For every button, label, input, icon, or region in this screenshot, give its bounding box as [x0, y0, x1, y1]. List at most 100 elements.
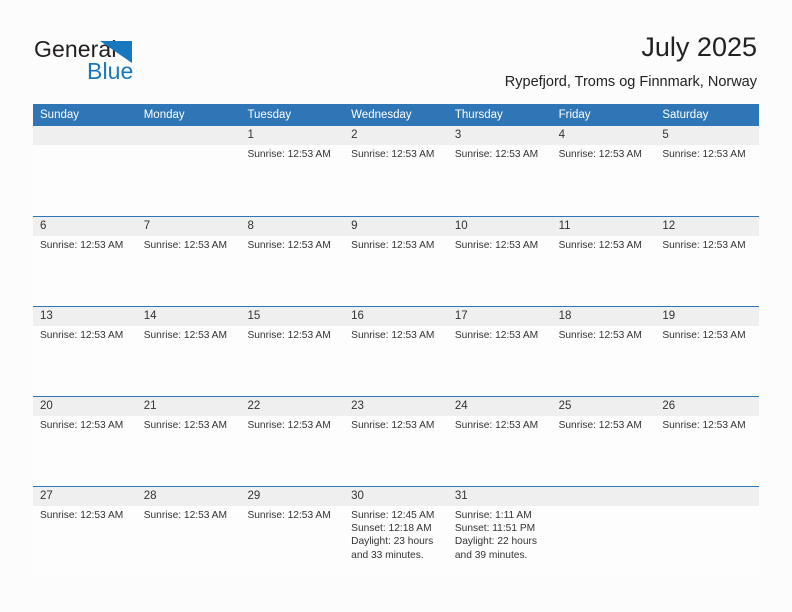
day-cell-7[interactable]: 7 Sunrise: 12:53 AM [136, 217, 241, 306]
day-details: Sunrise: 12:53 AM [344, 145, 448, 161]
day-number: 27 [33, 487, 137, 506]
day-details: Sunrise: 12:53 AM [552, 145, 656, 161]
day-cell-20[interactable]: 20 Sunrise: 12:53 AM [33, 397, 137, 486]
day-cell-14[interactable]: 14 Sunrise: 12:53 AM [136, 307, 241, 396]
day-detail-line: Sunset: 11:51 PM [454, 523, 536, 535]
generalblue-logo[interactable]: General Blue [34, 36, 174, 86]
day-details: Sunrise: 12:45 AM Sunset: 12:18 AM Dayligh… [344, 506, 448, 562]
day-details: Sunrise: 12:53 AM [240, 416, 344, 432]
weekday-header-tuesday: Tuesday [247, 109, 292, 121]
day-number: 28 [136, 487, 241, 506]
day-cell-24[interactable]: 24 Sunrise: 12:53 AM [447, 397, 552, 486]
day-number: 2 [344, 126, 448, 145]
day-number: 18 [551, 307, 656, 326]
title-block: July 2025 Rypefjord, Troms og Finnmark, … [505, 30, 757, 91]
day-details: Sunrise: 12:53 AM [137, 326, 241, 342]
day-number: 14 [136, 307, 241, 326]
day-cell-1[interactable]: 1 Sunrise: 12:53 AM [240, 126, 345, 216]
day-cell-3[interactable]: 3 Sunrise: 12:53 AM [447, 126, 552, 216]
day-cell-18[interactable]: 18 Sunrise: 12:53 AM [551, 307, 656, 396]
day-cell-4[interactable]: 4 Sunrise: 12:53 AM [551, 126, 656, 216]
day-cell-2[interactable]: 2 Sunrise: 12:53 AM [344, 126, 448, 216]
day-cell-25[interactable]: 25 Sunrise: 12:53 AM [551, 397, 656, 486]
calendar-page: General Blue July 2025 Rypefjord, Troms … [0, 0, 792, 612]
day-cell-6[interactable]: 6 Sunrise: 12:53 AM [33, 217, 137, 306]
day-number: 10 [447, 217, 552, 236]
day-cell-12[interactable]: 12 Sunrise: 12:53 AM [655, 217, 760, 306]
day-details: Sunrise: 12:53 AM [552, 236, 656, 252]
day-details: Sunrise: 12:53 AM [137, 236, 241, 252]
day-details: Sunrise: 12:53 AM [655, 326, 759, 342]
day-details: Sunrise: 12:53 AM [240, 145, 344, 161]
day-details: Sunrise: 12:53 AM [33, 326, 137, 342]
day-detail-line: Sunrise: 12:53 AM [558, 420, 642, 431]
day-details: Sunrise: 12:53 AM [448, 236, 552, 252]
day-cell-8[interactable]: 8 Sunrise: 12:53 AM [240, 217, 345, 306]
day-details: Sunrise: 1:11 AM Sunset: 11:51 PM Daylight… [448, 506, 552, 562]
day-cell-19[interactable]: 19 Sunrise: 12:53 AM [655, 307, 760, 396]
day-detail-line: Sunrise: 12:53 AM [143, 330, 227, 341]
day-details: Sunrise: 12:53 AM [655, 236, 759, 252]
day-cell-22[interactable]: 22 Sunrise: 12:53 AM [240, 397, 345, 486]
day-details: Sunrise: 12:53 AM [448, 326, 552, 342]
day-cell-11[interactable]: 11 Sunrise: 12:53 AM [551, 217, 656, 306]
page-subtitle: Rypefjord, Troms og Finnmark, Norway [504, 74, 757, 90]
page-header: General Blue July 2025 Rypefjord, Troms … [0, 0, 792, 104]
day-cell-10[interactable]: 10 Sunrise: 12:53 AM [447, 217, 552, 306]
day-cell-31[interactable]: 31 Sunrise: 1:11 AM Sunset: 11:51 PM Daylig… [447, 487, 552, 576]
day-detail-line: Sunrise: 12:53 AM [247, 149, 331, 160]
day-detail-line: Sunrise: 12:53 AM [247, 330, 331, 341]
day-details: Sunrise: 12:53 AM [137, 416, 241, 432]
day-detail-line: Sunrise: 12:53 AM [40, 510, 124, 521]
day-number: 16 [344, 307, 448, 326]
day-cell-29[interactable]: 29 Sunrise: 12:53 AM [240, 487, 345, 576]
week-row: 20 Sunrise: 12:53 AM 21 Sunrise: 12:53 AM 22… [33, 396, 760, 486]
day-cell-9[interactable]: 9 Sunrise: 12:53 AM [344, 217, 448, 306]
day-number: 29 [240, 487, 345, 506]
day-number: 1 [240, 126, 345, 145]
day-number [136, 126, 241, 145]
day-details: Sunrise: 12:53 AM [655, 145, 759, 161]
day-cell-21[interactable]: 21 Sunrise: 12:53 AM [136, 397, 241, 486]
day-detail-line: Sunrise: 12:45 AM [351, 510, 435, 521]
day-cell-27[interactable]: 27 Sunrise: 12:53 AM [33, 487, 137, 576]
day-details: Sunrise: 12:53 AM [448, 416, 552, 432]
week-row: 1 Sunrise: 12:53 AM 2 Sunrise: 12:53 AM 3 Sun… [33, 126, 760, 216]
day-number: 3 [447, 126, 552, 145]
day-details: Sunrise: 12:53 AM [552, 326, 656, 342]
weekday-header-saturday: Saturday [662, 109, 709, 121]
day-number: 15 [240, 307, 345, 326]
day-cell-13[interactable]: 13 Sunrise: 12:53 AM [33, 307, 137, 396]
weekday-header-row: Sunday Monday Tuesday Wednesday Thursday Frid… [33, 104, 759, 126]
day-cell-30[interactable]: 30 Sunrise: 12:45 AM Sunset: 12:18 AM Dayli… [344, 487, 448, 576]
day-detail-line: Sunrise: 12:53 AM [454, 240, 539, 251]
day-number: 21 [136, 397, 241, 416]
day-detail-line: Sunset: 12:18 AM [351, 523, 432, 535]
weekday-header-sunday: Sunday [40, 109, 80, 121]
day-details: Sunrise: 12:53 AM [344, 326, 448, 342]
day-details: Sunrise: 12:53 AM [240, 326, 344, 342]
day-detail-line: Sunrise: 12:53 AM [40, 420, 124, 431]
day-detail-line: Sunrise: 12:53 AM [247, 420, 331, 431]
day-cell-empty [136, 126, 241, 216]
day-number: 7 [136, 217, 241, 236]
day-detail-line: Sunrise: 12:53 AM [454, 420, 539, 431]
day-number: 22 [240, 397, 345, 416]
day-detail-line: Sunrise: 12:53 AM [143, 240, 227, 251]
day-detail-line: Sunrise: 12:53 AM [454, 149, 539, 160]
day-number: 24 [447, 397, 552, 416]
day-cell-16[interactable]: 16 Sunrise: 12:53 AM [344, 307, 448, 396]
day-number [655, 487, 760, 506]
day-detail-line: Sunrise: 12:53 AM [247, 240, 331, 251]
day-cell-17[interactable]: 17 Sunrise: 12:53 AM [447, 307, 552, 396]
week-row: 27 Sunrise: 12:53 AM 28 Sunrise: 12:53 AM 29… [33, 486, 760, 576]
day-detail-line: Sunrise: 12:53 AM [143, 420, 227, 431]
day-number [551, 487, 656, 506]
day-cell-15[interactable]: 15 Sunrise: 12:53 AM [240, 307, 345, 396]
day-cell-23[interactable]: 23 Sunrise: 12:53 AM [344, 397, 448, 486]
day-detail-line: Sunrise: 12:53 AM [662, 149, 746, 160]
day-cell-28[interactable]: 28 Sunrise: 12:53 AM [136, 487, 241, 576]
day-cell-26[interactable]: 26 Sunrise: 12:53 AM [655, 397, 760, 486]
day-number: 17 [447, 307, 552, 326]
day-cell-5[interactable]: 5 Sunrise: 12:53 AM [655, 126, 760, 216]
